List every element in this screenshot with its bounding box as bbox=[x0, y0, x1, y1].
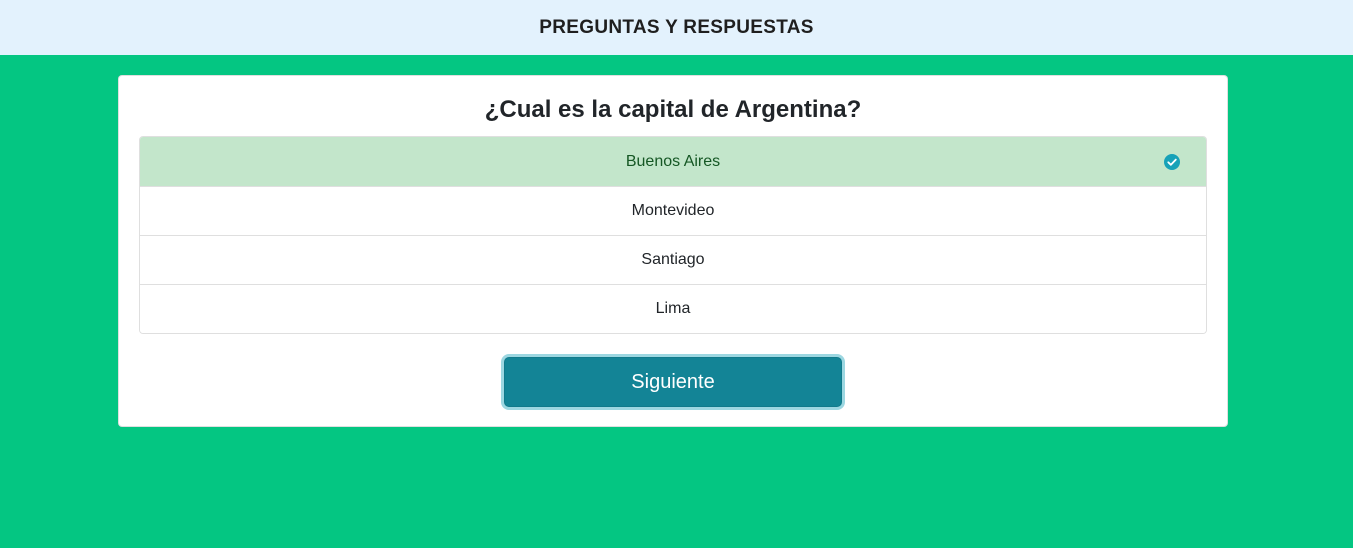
answer-label: Montevideo bbox=[631, 202, 715, 219]
question-title: ¿Cual es la capital de Argentina? bbox=[484, 96, 862, 123]
answer-option-buenos-aires[interactable]: Buenos Aires bbox=[140, 137, 1206, 186]
answer-label: Lima bbox=[655, 300, 691, 317]
answer-option-lima[interactable]: Lima bbox=[140, 284, 1206, 333]
check-circle-icon bbox=[1164, 153, 1180, 170]
answer-option-montevideo[interactable]: Montevideo bbox=[140, 186, 1206, 235]
top-navbar: PREGUNTAS Y RESPUESTAS bbox=[0, 0, 1353, 55]
answer-label: Buenos Aires bbox=[625, 152, 721, 170]
answer-label: Santiago bbox=[641, 251, 705, 268]
next-button[interactable]: Siguiente bbox=[504, 357, 842, 407]
app-title: PREGUNTAS Y RESPUESTAS bbox=[539, 16, 814, 38]
answer-list: Buenos Aires Montevideo Santiago Lima bbox=[139, 136, 1207, 334]
question-card: ¿Cual es la capital de Argentina? Buenos… bbox=[118, 75, 1228, 427]
answer-option-santiago[interactable]: Santiago bbox=[140, 235, 1206, 284]
